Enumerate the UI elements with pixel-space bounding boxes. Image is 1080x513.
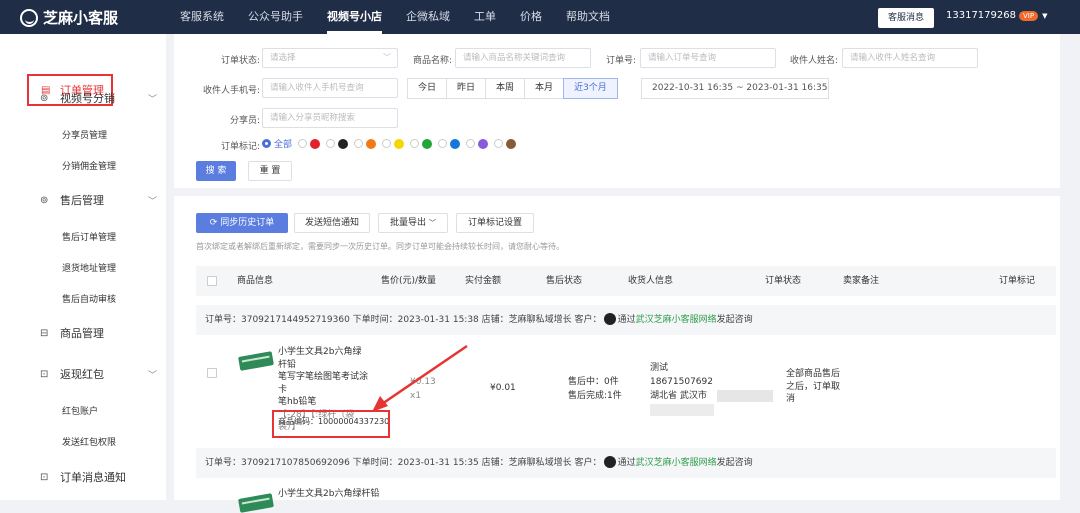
filter-panel: 订单状态: 请选择 ﹀ 商品名称: 请输入商品名称关键词查询 订单号: 请输入订…: [174, 34, 1060, 188]
app-name: 芝麻小客服: [43, 9, 119, 27]
sidebar-subitem-packet-account[interactable]: 红包账户: [62, 404, 98, 417]
receiver-name-input[interactable]: 请输入收件人姓名查询: [842, 48, 978, 68]
product-icon: ⊟: [40, 327, 49, 339]
radio-selected-icon[interactable]: [262, 139, 271, 148]
mark-blue-dot[interactable]: [450, 138, 461, 149]
mark-brown-dot[interactable]: [506, 138, 517, 149]
mark-orange-dot[interactable]: [366, 138, 377, 149]
orders-panel: ⟳ 同步历史订单 发送短信通知 批量导出 ﹀ 订单标记设置 首次绑定或者解绑后重…: [174, 196, 1060, 513]
mark-radio[interactable]: [354, 139, 364, 148]
app-logo[interactable]: 芝麻小客服: [20, 7, 118, 28]
mark-radio[interactable]: [438, 139, 448, 148]
sidebar-item-products[interactable]: ⊟ 商品管理: [0, 317, 166, 349]
caret-down-icon: ▼: [1042, 11, 1048, 20]
sidebar-subitem-after-sales-orders[interactable]: 售后订单管理: [62, 230, 116, 243]
period-this-week[interactable]: 本周: [485, 78, 526, 99]
mark-green-dot[interactable]: [422, 138, 433, 149]
customer-message-button[interactable]: 客服消息: [878, 8, 934, 28]
sharer-input[interactable]: 请输入分享员昵称搜索: [262, 108, 398, 128]
nav-video-shop[interactable]: 视频号小店: [315, 0, 394, 34]
sidebar-subitem-auto-review[interactable]: 售后自动审核: [62, 292, 116, 305]
order-mark-options: 全部: [262, 137, 522, 150]
main-nav: 客服系统 公众号助手 视频号小店 企微私域 工单 价格 帮助文档: [168, 0, 622, 34]
sidebar-item-video-distribution[interactable]: ⊚ 视频号分销 ﹀: [0, 82, 166, 114]
order-no-input[interactable]: 请输入订单号查询: [640, 48, 776, 68]
order-mark-label: 订单标记:: [220, 142, 260, 152]
sidebar-item-label: 商品管理: [60, 327, 104, 340]
mark-radio[interactable]: [466, 139, 476, 148]
period-today[interactable]: 今日: [407, 78, 448, 99]
receiver-phone-input[interactable]: 请输入收件人手机号查询: [262, 78, 398, 98]
notify-icon: ⊡: [40, 471, 49, 483]
after-sales-icon: ⊚: [40, 194, 49, 206]
chevron-down-icon: ﹀: [148, 94, 158, 105]
sharer-label: 分享员:: [229, 116, 260, 126]
mark-purple-dot[interactable]: [478, 138, 489, 149]
red-packet-icon: ⊡: [40, 368, 49, 380]
mark-radio[interactable]: [298, 139, 308, 148]
mark-radio[interactable]: [410, 139, 420, 148]
sidebar-item-cashback[interactable]: ⊡ 返现红包 ﹀: [0, 358, 166, 390]
annotation-arrow: [372, 344, 468, 412]
sidebar-item-label: 视频号分销: [60, 92, 115, 105]
sidebar-subitem-commission[interactable]: 分销佣金管理: [62, 159, 116, 172]
product-name-label: 商品名称:: [412, 56, 452, 66]
mark-radio[interactable]: [494, 139, 504, 148]
search-button[interactable]: 搜 索: [196, 161, 236, 181]
mark-all-option[interactable]: 全部: [274, 137, 292, 150]
top-navigation-bar: 芝麻小客服 客服系统 公众号助手 视频号小店 企微私域 工单 价格 帮助文档 客…: [0, 0, 1080, 34]
receiver-phone-label: 收件人手机号:: [202, 86, 260, 96]
sidebar-subitem-return-address[interactable]: 退货地址管理: [62, 261, 116, 274]
nav-official-account[interactable]: 公众号助手: [236, 0, 315, 34]
mark-red-dot[interactable]: [310, 138, 321, 149]
period-last-3-months[interactable]: 近3个月: [563, 78, 618, 99]
sidebar-item-after-sales[interactable]: ⊚ 售后管理 ﹀: [0, 184, 166, 216]
select-placeholder: 请选择: [270, 53, 296, 63]
chevron-down-icon: ﹀: [148, 196, 158, 207]
order-no-label: 订单号:: [605, 56, 636, 66]
logo-smile-icon: [20, 8, 38, 27]
mark-radio[interactable]: [326, 139, 336, 148]
sidebar-subitem-packet-permission[interactable]: 发送红包权限: [62, 435, 116, 448]
mark-black-dot[interactable]: [338, 138, 349, 149]
nav-wecom-private[interactable]: 企微私域: [394, 0, 462, 34]
sidebar: ▤ 订单管理 ⊚ 视频号分销 ﹀ 分享员管理 分销佣金管理 ⊚ 售后管理 ﹀ 售…: [0, 34, 166, 500]
account-phone: 13317179268: [946, 10, 1016, 21]
mark-yellow-dot[interactable]: [394, 138, 405, 149]
period-yesterday[interactable]: 昨日: [446, 78, 487, 99]
sidebar-item-label: 返现红包: [60, 368, 104, 381]
product-name-input[interactable]: 请输入商品名称关键词查询: [455, 48, 591, 68]
account-menu[interactable]: 13317179268 VIP ▼: [946, 10, 1047, 21]
nav-help-docs[interactable]: 帮助文档: [554, 0, 622, 34]
chevron-down-icon: ﹀: [148, 370, 158, 381]
sidebar-subitem-sharer[interactable]: 分享员管理: [62, 128, 107, 141]
order-status-label: 订单状态:: [220, 56, 260, 66]
sidebar-item-label: 售后管理: [60, 194, 104, 207]
order-status-select[interactable]: 请选择 ﹀: [262, 48, 398, 68]
nav-customer-service[interactable]: 客服系统: [168, 0, 236, 34]
nav-tickets[interactable]: 工单: [462, 0, 508, 34]
date-range-picker[interactable]: 2022-10-31 16:35 ~ 2023-01-31 16:35: [641, 78, 829, 99]
sidebar-item-order-notify[interactable]: ⊡ 订单消息通知: [0, 461, 166, 493]
period-this-month[interactable]: 本月: [524, 78, 565, 99]
reset-button[interactable]: 重 置: [248, 161, 292, 181]
sidebar-item-label: 订单消息通知: [60, 471, 126, 484]
receiver-name-label: 收件人姓名:: [789, 56, 838, 66]
chevron-down-icon: ﹀: [383, 53, 391, 62]
distribution-icon: ⊚: [40, 92, 49, 104]
mark-radio[interactable]: [382, 139, 392, 148]
nav-pricing[interactable]: 价格: [508, 0, 554, 34]
vip-badge: VIP: [1019, 10, 1039, 21]
period-selector: 今日 昨日 本周 本月 近3个月: [407, 78, 618, 99]
